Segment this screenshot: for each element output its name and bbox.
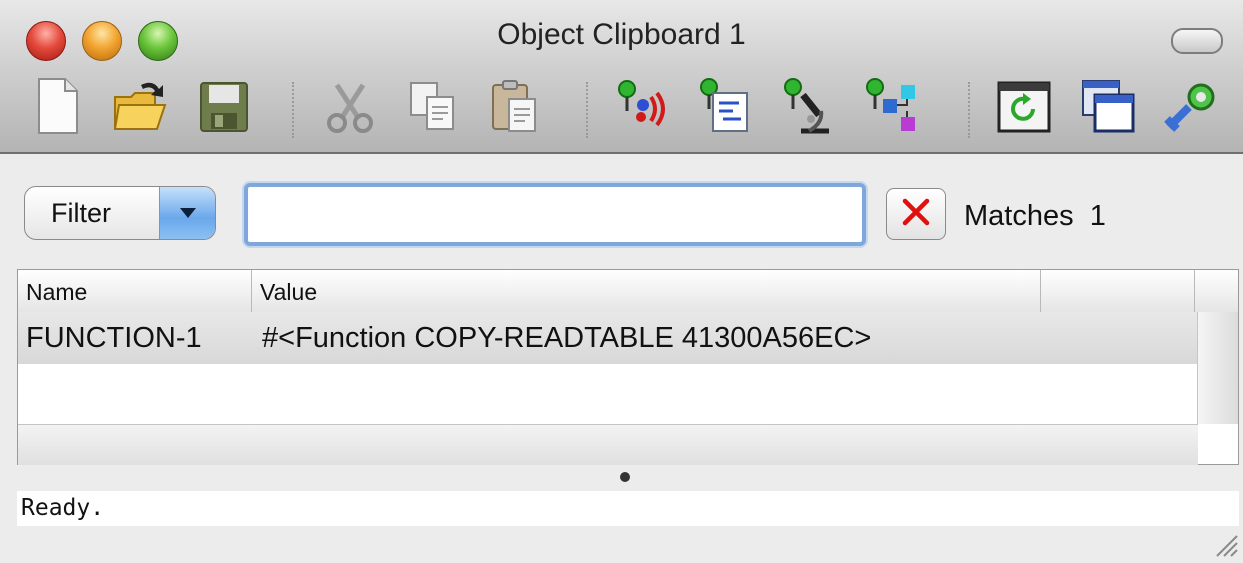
filter-dropdown[interactable]: Filter	[24, 186, 216, 240]
splitter-handle[interactable]	[620, 472, 630, 482]
inspect-icon	[779, 75, 837, 142]
matches-label: Matches	[964, 200, 1074, 232]
table-empty-area	[18, 364, 1198, 424]
preferences-button[interactable]	[1162, 75, 1222, 141]
object-clipboard-window: Object Clipboard 1 Filter Matches 1 Name…	[0, 0, 1243, 562]
paste-icon	[485, 75, 543, 142]
vertical-scrollbar[interactable]	[1197, 312, 1238, 424]
chevron-down-icon	[159, 187, 215, 239]
new-window-button[interactable]	[1078, 75, 1138, 141]
column-header-corner	[1195, 270, 1238, 312]
close-icon	[898, 194, 934, 235]
title-toolbar: Object Clipboard 1	[0, 0, 1243, 154]
toolbar-toggle-button[interactable]	[1171, 28, 1223, 54]
browse-button[interactable]	[694, 75, 754, 141]
save-icon	[195, 75, 253, 142]
table-row[interactable]: FUNCTION-1 #<Function COPY-READTABLE 413…	[18, 312, 1198, 364]
filter-label: Filter	[51, 198, 111, 228]
new-window-icon	[1079, 75, 1137, 142]
copy-icon	[403, 75, 461, 142]
new-document-icon	[29, 75, 87, 142]
refresh-icon	[995, 75, 1053, 142]
column-header-value[interactable]: Value	[252, 270, 1041, 312]
refresh-button[interactable]	[994, 75, 1054, 141]
table-header: Name Value	[18, 270, 1238, 313]
paste-button[interactable]	[484, 75, 544, 141]
matches-counter: Matches 1	[964, 200, 1106, 233]
inspect-button[interactable]	[778, 75, 838, 141]
class-browser-button[interactable]	[862, 75, 922, 141]
toolbar-separator	[292, 82, 294, 138]
matches-count: 1	[1089, 200, 1106, 232]
open-folder-icon	[111, 75, 169, 142]
window-title: Object Clipboard 1	[497, 18, 746, 51]
listen-button[interactable]	[612, 75, 672, 141]
resize-grip-icon[interactable]	[1211, 530, 1239, 558]
horizontal-scrollbar[interactable]	[18, 424, 1198, 465]
cell-name: FUNCTION-1	[26, 322, 202, 354]
class-browser-icon	[863, 75, 921, 142]
clear-filter-button[interactable]	[886, 188, 946, 240]
column-header-empty[interactable]	[1041, 270, 1195, 312]
cut-icon	[321, 75, 379, 142]
listen-icon	[613, 75, 671, 142]
copy-button[interactable]	[402, 75, 462, 141]
open-button[interactable]	[110, 75, 170, 141]
filter-input[interactable]	[244, 183, 866, 246]
cell-value: #<Function COPY-READTABLE 41300A56EC>	[262, 322, 872, 354]
browse-icon	[695, 75, 753, 142]
status-bar: Ready.	[17, 491, 1239, 526]
new-button[interactable]	[28, 75, 88, 141]
column-header-name[interactable]: Name	[18, 270, 252, 312]
object-table: Name Value FUNCTION-1 #<Function COPY-RE…	[17, 269, 1239, 465]
toolbar-separator	[968, 82, 970, 138]
toolbar-separator	[586, 82, 588, 138]
preferences-icon	[1163, 75, 1221, 142]
cut-button[interactable]	[320, 75, 380, 141]
save-button[interactable]	[194, 75, 254, 141]
